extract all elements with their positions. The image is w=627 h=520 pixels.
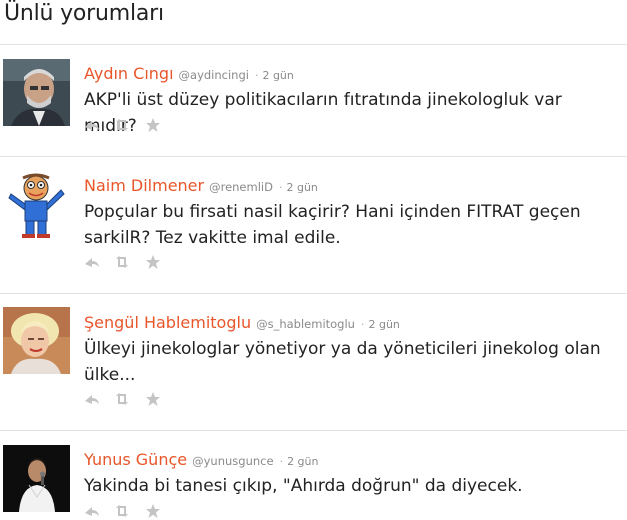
tweet-text: Popçular bu firsati nasil kaçirir? Hani … (84, 202, 581, 248)
reply-icon[interactable] (84, 254, 100, 270)
author-name[interactable]: Yunus Günçe (84, 450, 187, 469)
tweet-item: Yunus Günçe @yunusgunce · 2 gün Yakinda bi … (0, 431, 627, 520)
retweet-icon[interactable] (114, 117, 130, 133)
star-icon[interactable] (145, 503, 161, 519)
author-handle[interactable]: @aydincingi (179, 68, 249, 82)
reply-icon[interactable] (84, 117, 100, 133)
avatar-image (3, 59, 70, 126)
avatar[interactable] (3, 59, 70, 126)
avatar[interactable] (3, 307, 70, 374)
section-title: Ünlü yorumları (4, 1, 164, 26)
tweet-item: Aydın Cıngı @aydincingi · 2 gün AKP'li üst … (0, 45, 627, 155)
tweet-item: Naim Dilmener @renemliD · 2 gün Popçular bu… (0, 157, 627, 293)
tweet-timestamp[interactable]: 2 gün (262, 69, 293, 82)
separator-dot: · (279, 455, 284, 468)
star-icon[interactable] (145, 117, 161, 133)
famous-comments-panel: Ünlü yorumları Aydın Cıngı @aydincingi · 2 … (0, 0, 627, 520)
author-name[interactable]: Aydın Cıngı (84, 64, 174, 83)
author-handle[interactable]: @s_hablemitoglu (256, 317, 355, 331)
author-handle[interactable]: @renemliD (209, 180, 273, 194)
retweet-icon[interactable] (114, 254, 130, 270)
author-name[interactable]: Naim Dilmener (84, 176, 204, 195)
separator-dot: · (360, 318, 365, 331)
retweet-icon[interactable] (114, 391, 130, 407)
tweet-item: Şengül Hablemitoglu @s_hablemitoglu · 2 gün… (0, 294, 627, 430)
avatar[interactable] (3, 445, 70, 512)
tweet-text: AKP'li üst düzey politikacıların fıtratı… (84, 90, 562, 136)
author-handle[interactable]: @yunusgunce (192, 454, 273, 468)
tweet-timestamp[interactable]: 2 gün (287, 455, 318, 468)
author-name[interactable]: Şengül Hablemitoglu (84, 313, 251, 332)
star-icon[interactable] (145, 391, 161, 407)
tweet-timestamp[interactable]: 2 gün (368, 318, 399, 331)
separator-dot: · (254, 69, 259, 82)
avatar-image (3, 307, 70, 374)
tweet-text: Yakinda bi tanesi çıkıp, "Ahırda doğrun"… (84, 476, 523, 496)
avatar-image (3, 172, 70, 239)
avatar[interactable] (3, 172, 70, 239)
retweet-icon[interactable] (114, 503, 130, 519)
reply-icon[interactable] (84, 391, 100, 407)
tweet-timestamp[interactable]: 2 gün (286, 181, 317, 194)
tweet-text: Ülkeyi jinekologlar yönetiyor ya da yöne… (84, 339, 601, 385)
avatar-image (3, 445, 70, 512)
star-icon[interactable] (145, 254, 161, 270)
separator-dot: · (278, 181, 283, 194)
reply-icon[interactable] (84, 503, 100, 519)
